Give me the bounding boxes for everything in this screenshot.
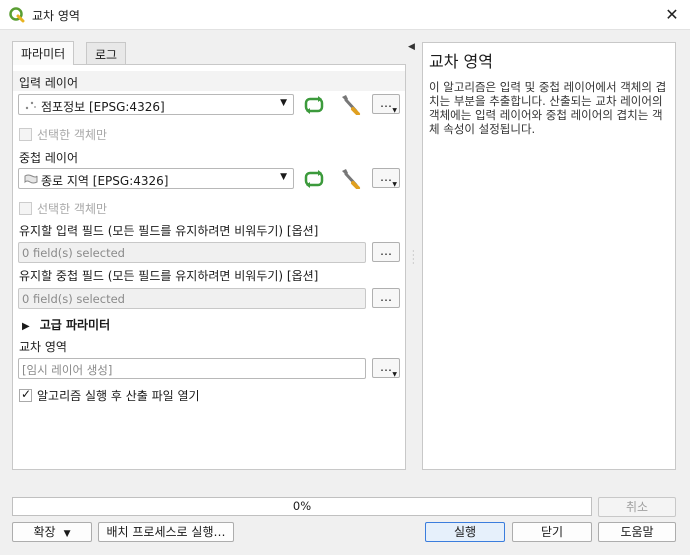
title-bar: 교차 영역 ✕ [0,0,690,30]
iterate-icon[interactable] [302,94,326,116]
tab-log[interactable]: 로그 [86,42,127,64]
help-panel: 교차 영역 이 알고리즘은 입력 및 중첩 레이어에서 객체의 겹치는 부분을 … [422,42,676,470]
window-title: 교차 영역 [32,9,80,23]
batch-process-button[interactable]: 배치 프로세스로 실행… [98,522,234,542]
overlay-fields-button[interactable]: … [372,288,400,308]
checkbox-label: 알고리즘 실행 후 산출 파일 열기 [37,389,200,403]
overlay-fields-label: 유지할 중첩 필드 (모든 필드를 유지하려면 비워두기) [옵션] [19,269,319,283]
collapse-panel-arrow-icon[interactable]: ◀ [408,42,415,52]
polygon-layer-icon [24,174,38,184]
checkbox-box [19,202,32,215]
checkbox-label: 선택한 객체만 [37,202,108,216]
input-layer-options-button[interactable]: … ▼ [372,94,400,114]
advanced-parameters-label: 고급 파라미터 [39,318,111,332]
overlay-layer-value: 종로 지역 [EPSG:4326] [41,174,169,188]
ellipsis-label: … [380,170,392,184]
expand-label: 확장 [33,525,56,539]
checkbox-box [19,387,32,402]
chevron-down-icon: ▼ [392,107,397,114]
overlay-layer-combo[interactable]: 종로 지역 [EPSG:4326] ▼ [18,168,294,189]
close-button[interactable]: 닫기 [512,522,592,542]
qgis-logo-icon [9,7,25,23]
checkbox-box [19,128,32,141]
wrench-settings-icon[interactable] [338,167,362,189]
iterate-icon[interactable] [302,168,326,190]
chevron-down-icon: ▼ [392,181,397,188]
help-description: 이 알고리즘은 입력 및 중첩 레이어에서 객체의 겹치는 부분을 추출합니다.… [429,80,667,136]
help-title: 교차 영역 [429,52,493,71]
input-layer-combo[interactable]: 점포정보 [EPSG:4326] ▼ [18,94,294,115]
input-fields-button[interactable]: … [372,242,400,262]
output-path-input[interactable]: [임시 레이어 생성] [18,358,366,379]
chevron-down-icon: ▼ [392,371,397,378]
overlay-layer-label: 중첩 레이어 [19,151,79,165]
splitter-handle[interactable]: · · · · [412,248,415,268]
advanced-parameters-toggle[interactable]: ▶ 고급 파라미터 [22,316,110,333]
point-layer-icon [25,101,36,110]
expand-triangle-icon: ▶ [22,321,30,332]
input-layer-value: 점포정보 [EPSG:4326] [41,100,165,114]
ellipsis-label: … [380,96,392,110]
chevron-down-icon: ▼ [280,172,287,182]
tab-parameters[interactable]: 파라미터 [12,41,75,65]
input-selected-only-checkbox[interactable]: 선택한 객체만 [19,126,107,143]
run-button[interactable]: 실행 [425,522,505,542]
open-output-checkbox[interactable]: 알고리즘 실행 후 산출 파일 열기 [19,387,200,404]
input-layer-label: 입력 레이어 [19,76,79,90]
help-button[interactable]: 도움말 [598,522,676,542]
progress-bar: 0% [12,497,592,516]
chevron-down-icon: ▼ [280,98,287,108]
ellipsis-label: … [380,360,392,374]
overlay-fields-selector[interactable]: 0 field(s) selected [18,288,366,309]
overlay-selected-only-checkbox[interactable]: 선택한 객체만 [19,200,107,217]
checkbox-label: 선택한 객체만 [37,128,108,142]
close-window-button[interactable]: ✕ [662,5,682,25]
cancel-button[interactable]: 취소 [598,497,676,517]
overlay-layer-options-button[interactable]: … ▼ [372,168,400,188]
wrench-settings-icon[interactable] [338,93,362,115]
output-label: 교차 영역 [19,340,67,354]
input-fields-selector[interactable]: 0 field(s) selected [18,242,366,263]
expand-button[interactable]: 확장 ▼ [12,522,92,542]
chevron-down-icon: ▼ [63,529,71,539]
input-fields-label: 유지할 입력 필드 (모든 필드를 유지하려면 비워두기) [옵션] [19,224,319,238]
output-options-button[interactable]: … ▼ [372,358,400,378]
